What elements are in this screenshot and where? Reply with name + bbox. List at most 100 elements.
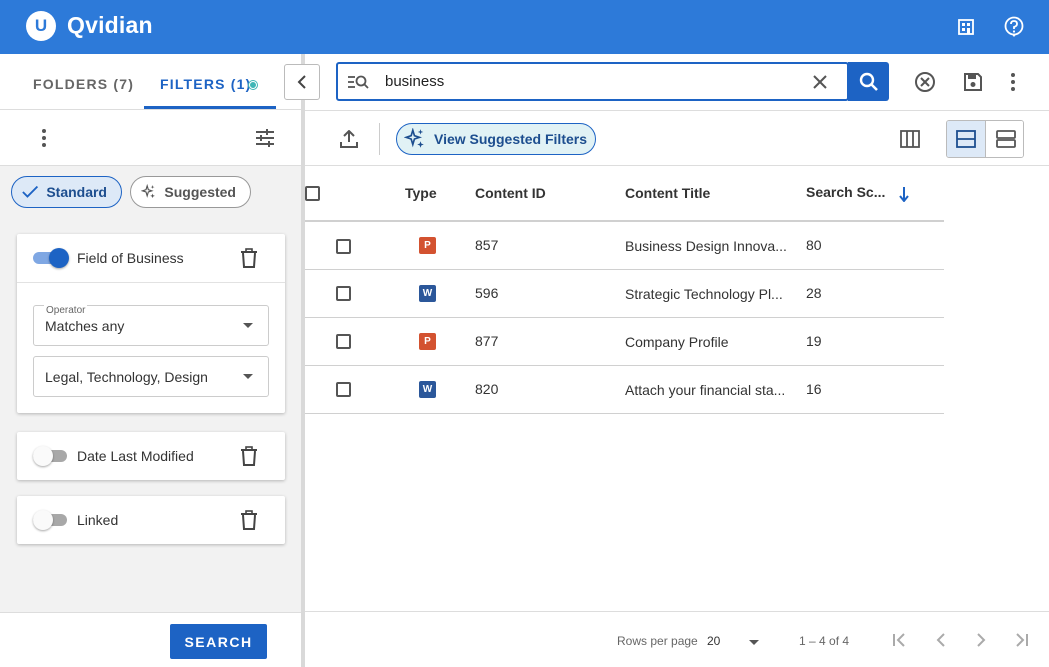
row-checkbox[interactable] (335, 238, 351, 254)
table-row[interactable]: P 857 Business Design Innova... 80 (305, 221, 944, 270)
filter-toggle[interactable] (33, 248, 69, 268)
table-row[interactable]: W 820 Attach your financial sta... 16 (305, 365, 944, 414)
rows-per-page-label: Rows per page (617, 634, 698, 648)
operator-select[interactable]: Operator Matches any (33, 305, 269, 346)
filter-toolbar (0, 110, 301, 166)
column-header-search-score[interactable]: Search Sc... (806, 166, 944, 222)
columns-icon[interactable] (900, 129, 920, 154)
next-page-icon[interactable] (971, 630, 991, 650)
panel-tabs: FOLDERS (7) FILTERS (1) (0, 54, 301, 110)
filter-panel: FOLDERS (7) FILTERS (1) Standard Suggest… (0, 54, 301, 667)
rows-per-page-select[interactable]: 20 (707, 634, 720, 648)
delete-icon[interactable] (240, 446, 258, 466)
page-range: 1 – 4 of 4 (799, 634, 850, 648)
word-file-icon: W (419, 380, 436, 398)
tune-icon[interactable] (255, 129, 275, 152)
toolbar-separator (379, 123, 380, 155)
content-title-cell[interactable]: Strategic Technology Pl... (625, 286, 783, 302)
values-value: Legal, Technology, Design (45, 369, 208, 385)
results-table: Type Content ID Content Title Search Sc.… (305, 166, 944, 414)
logo-icon: U (26, 11, 56, 41)
content-id-cell: 857 (475, 221, 625, 270)
filter-card-field-of-business: Field of Business Operator Matches any L… (17, 234, 285, 413)
save-icon[interactable] (963, 72, 983, 97)
content-title-cell[interactable]: Attach your financial sta... (625, 382, 785, 398)
filter-label: Linked (77, 512, 119, 528)
first-page-icon[interactable] (890, 630, 910, 650)
density-toggle (946, 120, 1024, 158)
powerpoint-file-icon: P (419, 237, 436, 255)
table-row[interactable]: W 596 Strategic Technology Pl... 28 (305, 269, 944, 318)
filter-label: Field of Business (77, 250, 184, 266)
suggested-chip-label: Suggested (164, 184, 236, 200)
app-header: U Qvidian (0, 0, 1049, 54)
pagination-bar: Rows per page 20 1 – 4 of 4 (305, 611, 1049, 667)
search-score-cell: 19 (806, 317, 944, 366)
more-options-icon[interactable] (42, 129, 46, 150)
delete-icon[interactable] (240, 510, 258, 530)
building-icon[interactable] (953, 14, 979, 40)
help-icon[interactable] (1001, 14, 1027, 40)
chevron-down-icon (243, 323, 253, 328)
results-toolbar: View Suggested Filters (305, 110, 1049, 166)
search-score-cell: 28 (806, 269, 944, 318)
brand-name: Qvidian (67, 12, 153, 38)
column-header-content-id[interactable]: Content ID (475, 166, 625, 222)
content-title-cell[interactable]: Company Profile (625, 334, 729, 350)
tab-filters[interactable]: FILTERS (1) (160, 76, 252, 92)
operator-label: Operator (44, 305, 88, 316)
chevron-left-icon (297, 75, 306, 89)
delete-icon[interactable] (240, 248, 258, 268)
chevron-down-icon[interactable] (749, 640, 759, 645)
search-score-cell: 16 (806, 365, 944, 414)
filter-card-date-last-modified: Date Last Modified (17, 432, 285, 480)
powerpoint-file-icon: P (419, 332, 436, 350)
word-file-icon: W (419, 284, 436, 302)
more-options-icon[interactable] (1011, 73, 1015, 94)
cancel-circle-icon[interactable] (914, 71, 936, 98)
row-checkbox[interactable] (335, 334, 351, 350)
standard-filters-chip[interactable]: Standard (11, 176, 122, 208)
sort-descending-icon[interactable] (899, 186, 910, 202)
sparkle-icon (141, 183, 155, 199)
content-title-cell[interactable]: Business Design Innova... (625, 238, 787, 254)
view-suggested-filters-button[interactable]: View Suggested Filters (396, 123, 596, 155)
last-page-icon[interactable] (1011, 630, 1031, 650)
search-score-label: Search Sc... (806, 184, 886, 201)
filter-label: Date Last Modified (77, 448, 194, 464)
comfortable-view-button[interactable] (947, 121, 986, 157)
search-score-cell: 80 (806, 221, 944, 270)
column-header-content-title[interactable]: Content Title (625, 166, 806, 222)
operator-value: Matches any (45, 318, 125, 334)
compact-view-button[interactable] (986, 121, 1023, 157)
upload-icon[interactable] (340, 129, 358, 153)
previous-page-icon[interactable] (931, 630, 951, 650)
search-submit-button[interactable] (848, 62, 889, 101)
values-select[interactable]: Legal, Technology, Design (33, 356, 269, 397)
active-filter-dot (249, 81, 257, 89)
suggested-filters-chip[interactable]: Suggested (130, 176, 251, 208)
filter-toggle[interactable] (33, 446, 69, 466)
filter-card-linked: Linked (17, 496, 285, 544)
table-row[interactable]: P 877 Company Profile 19 (305, 317, 944, 366)
row-checkbox[interactable] (335, 382, 351, 398)
filter-toggle[interactable] (33, 510, 69, 530)
tab-folders[interactable]: FOLDERS (7) (33, 76, 134, 92)
clear-icon[interactable] (813, 75, 827, 89)
column-header-type[interactable]: Type (405, 166, 475, 222)
search-button[interactable]: SEARCH (170, 624, 267, 659)
standard-chip-label: Standard (46, 184, 107, 200)
content-id-cell: 596 (475, 269, 625, 318)
search-input[interactable]: business (336, 62, 849, 101)
select-all-checkbox[interactable] (305, 186, 320, 202)
split-rows-icon (995, 130, 1016, 148)
check-icon (22, 185, 39, 198)
chevron-down-icon (243, 374, 253, 379)
active-tab-indicator (144, 106, 276, 109)
suggested-filters-label: View Suggested Filters (434, 131, 588, 147)
collapse-panel-button[interactable] (284, 64, 320, 100)
rows-icon (956, 130, 976, 148)
search-options-icon[interactable] (347, 74, 369, 90)
row-checkbox[interactable] (335, 286, 351, 302)
search-query: business (385, 73, 445, 90)
